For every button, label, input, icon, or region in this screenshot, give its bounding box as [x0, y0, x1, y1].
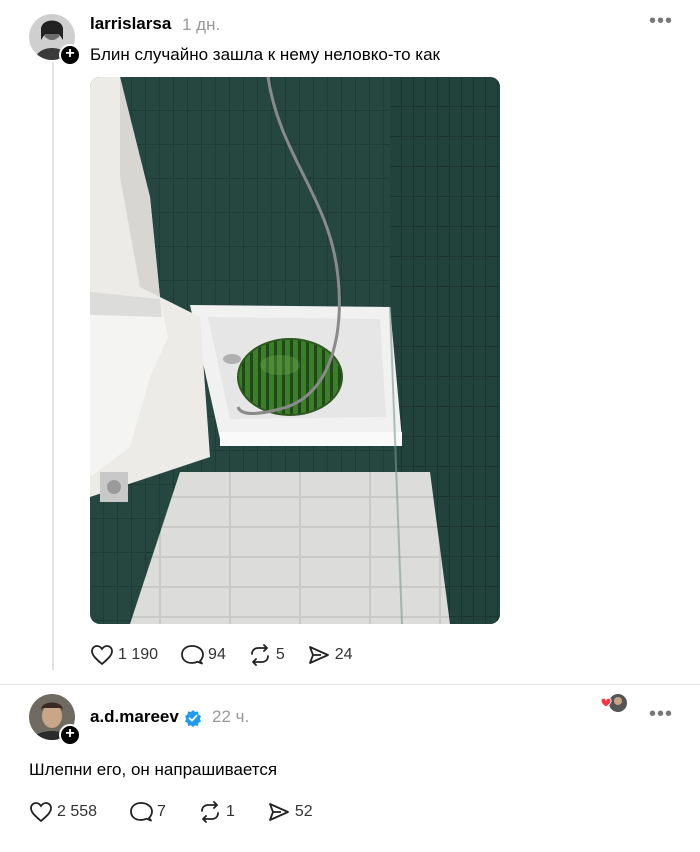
- like-count: 1 190: [118, 646, 159, 663]
- verified-icon: [184, 709, 201, 727]
- repost-icon: [250, 644, 269, 666]
- repost-button[interactable]: 5: [248, 644, 285, 666]
- comment-icon: [130, 802, 153, 822]
- username-text: a.d.mareev: [90, 707, 179, 726]
- heart-icon: [91, 645, 113, 666]
- repost-count: 1: [225, 803, 235, 820]
- more-icon[interactable]: •••: [649, 703, 673, 726]
- comment-count: 7: [157, 803, 166, 820]
- share-count: 52: [294, 803, 313, 820]
- repost-button[interactable]: 1: [198, 801, 235, 823]
- username[interactable]: a.d.mareev: [90, 707, 202, 727]
- repost-count: 5: [275, 646, 285, 663]
- share-icon: [268, 803, 289, 821]
- post-a-d-mareev: + a.d.mareev 22 ч. ••• Шлепни его, он на…: [0, 685, 700, 852]
- comment-button[interactable]: 7: [129, 801, 166, 823]
- comment-button[interactable]: 94: [180, 644, 226, 666]
- timestamp[interactable]: 22 ч.: [212, 707, 249, 727]
- watermelon-bathroom-image: [90, 77, 500, 624]
- avatar-a-d-mareev[interactable]: +: [29, 694, 81, 746]
- like-button[interactable]: 1 190: [90, 644, 158, 666]
- plus-icon[interactable]: +: [59, 44, 81, 66]
- share-count: 24: [334, 646, 353, 663]
- post-actions: 1 190 94 5 24: [90, 644, 375, 666]
- share-icon: [308, 646, 329, 664]
- repost-icon: [201, 801, 219, 823]
- thread-line: [52, 62, 54, 670]
- share-button[interactable]: 52: [267, 801, 313, 823]
- liked-by-author-icon: [600, 694, 627, 712]
- like-count: 2 558: [57, 803, 98, 820]
- more-icon[interactable]: •••: [649, 10, 673, 33]
- share-button[interactable]: 24: [307, 644, 353, 666]
- timestamp[interactable]: 1 дн.: [182, 15, 220, 35]
- avatar-larrislarsa[interactable]: +: [29, 14, 81, 66]
- like-button[interactable]: 2 558: [29, 801, 97, 823]
- heart-icon: [30, 802, 52, 823]
- post-photo[interactable]: [90, 77, 500, 624]
- post-text: Шлепни его, он напрашивается: [29, 760, 278, 779]
- comment-icon: [181, 645, 204, 665]
- post-text: Блин случайно зашла к нему неловко-то ка…: [90, 45, 440, 64]
- plus-icon[interactable]: +: [59, 724, 81, 746]
- post-actions: 2 558 7 1 52: [29, 801, 335, 823]
- comment-count: 94: [208, 646, 226, 663]
- username[interactable]: larrislarsa: [90, 14, 171, 34]
- post-larrislarsa: + larrislarsa 1 дн. ••• Блин случайно за…: [0, 0, 700, 685]
